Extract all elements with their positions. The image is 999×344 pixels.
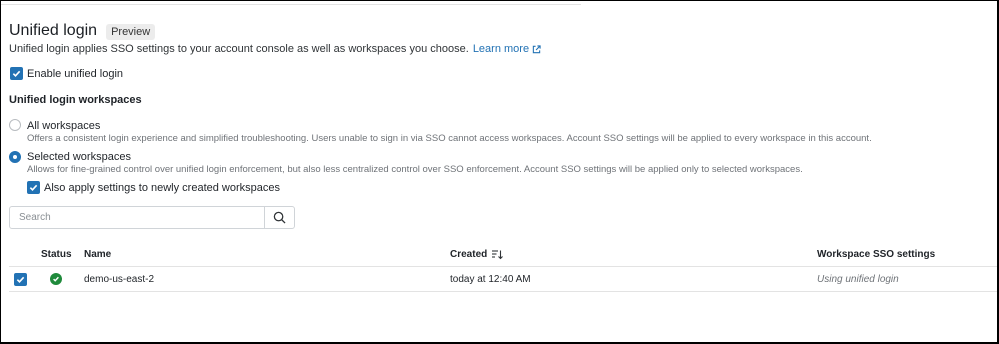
also-apply-label: Also apply settings to newly created wor…: [44, 182, 281, 194]
column-workspace-sso: Workspace SSO settings: [817, 249, 936, 260]
selected-workspaces-label: Selected workspaces: [27, 151, 131, 163]
column-created-label: Created: [450, 249, 488, 260]
column-name[interactable]: Name: [84, 249, 111, 260]
title-row: Unified login Preview: [9, 22, 156, 40]
sort-descending-icon[interactable]: [491, 249, 504, 260]
workspace-created: today at 12:40 AM: [450, 274, 531, 285]
row-divider: [9, 291, 997, 292]
external-link-icon[interactable]: [532, 44, 541, 54]
selected-workspaces-radio[interactable]: [9, 151, 21, 163]
column-created[interactable]: Created: [450, 249, 504, 260]
column-status: Status: [41, 249, 72, 260]
selected-workspaces-description: Allows for fine-grained control over uni…: [27, 164, 803, 175]
description: Unified login applies SSO settings to yo…: [9, 43, 541, 55]
also-apply-checkbox[interactable]: [27, 181, 40, 194]
unified-login-panel: Unified login Preview Unified login appl…: [1, 1, 997, 342]
row-select-checkbox[interactable]: [14, 273, 27, 286]
status-ok-icon: [50, 273, 62, 285]
preview-badge: Preview: [106, 24, 156, 40]
search-box: [9, 206, 295, 229]
page-title: Unified login: [9, 22, 98, 39]
workspace-name[interactable]: demo-us-east-2: [84, 274, 154, 285]
workspace-sso-setting: Using unified login: [817, 274, 899, 285]
search-button[interactable]: [264, 207, 294, 228]
search-input[interactable]: [10, 207, 264, 228]
enable-unified-login-label: Enable unified login: [27, 68, 124, 80]
all-workspaces-label: All workspaces: [27, 120, 101, 132]
search-icon: [273, 211, 286, 224]
all-workspaces-description: Offers a consistent login experience and…: [27, 133, 872, 144]
workspaces-heading: Unified login workspaces: [9, 94, 142, 106]
enable-unified-login-checkbox[interactable]: [10, 67, 23, 80]
all-workspaces-radio[interactable]: [9, 119, 21, 131]
top-divider: [1, 4, 581, 5]
learn-more-link[interactable]: Learn more: [473, 43, 529, 55]
description-text: Unified login applies SSO settings to yo…: [9, 43, 469, 55]
header-divider: [9, 266, 997, 267]
